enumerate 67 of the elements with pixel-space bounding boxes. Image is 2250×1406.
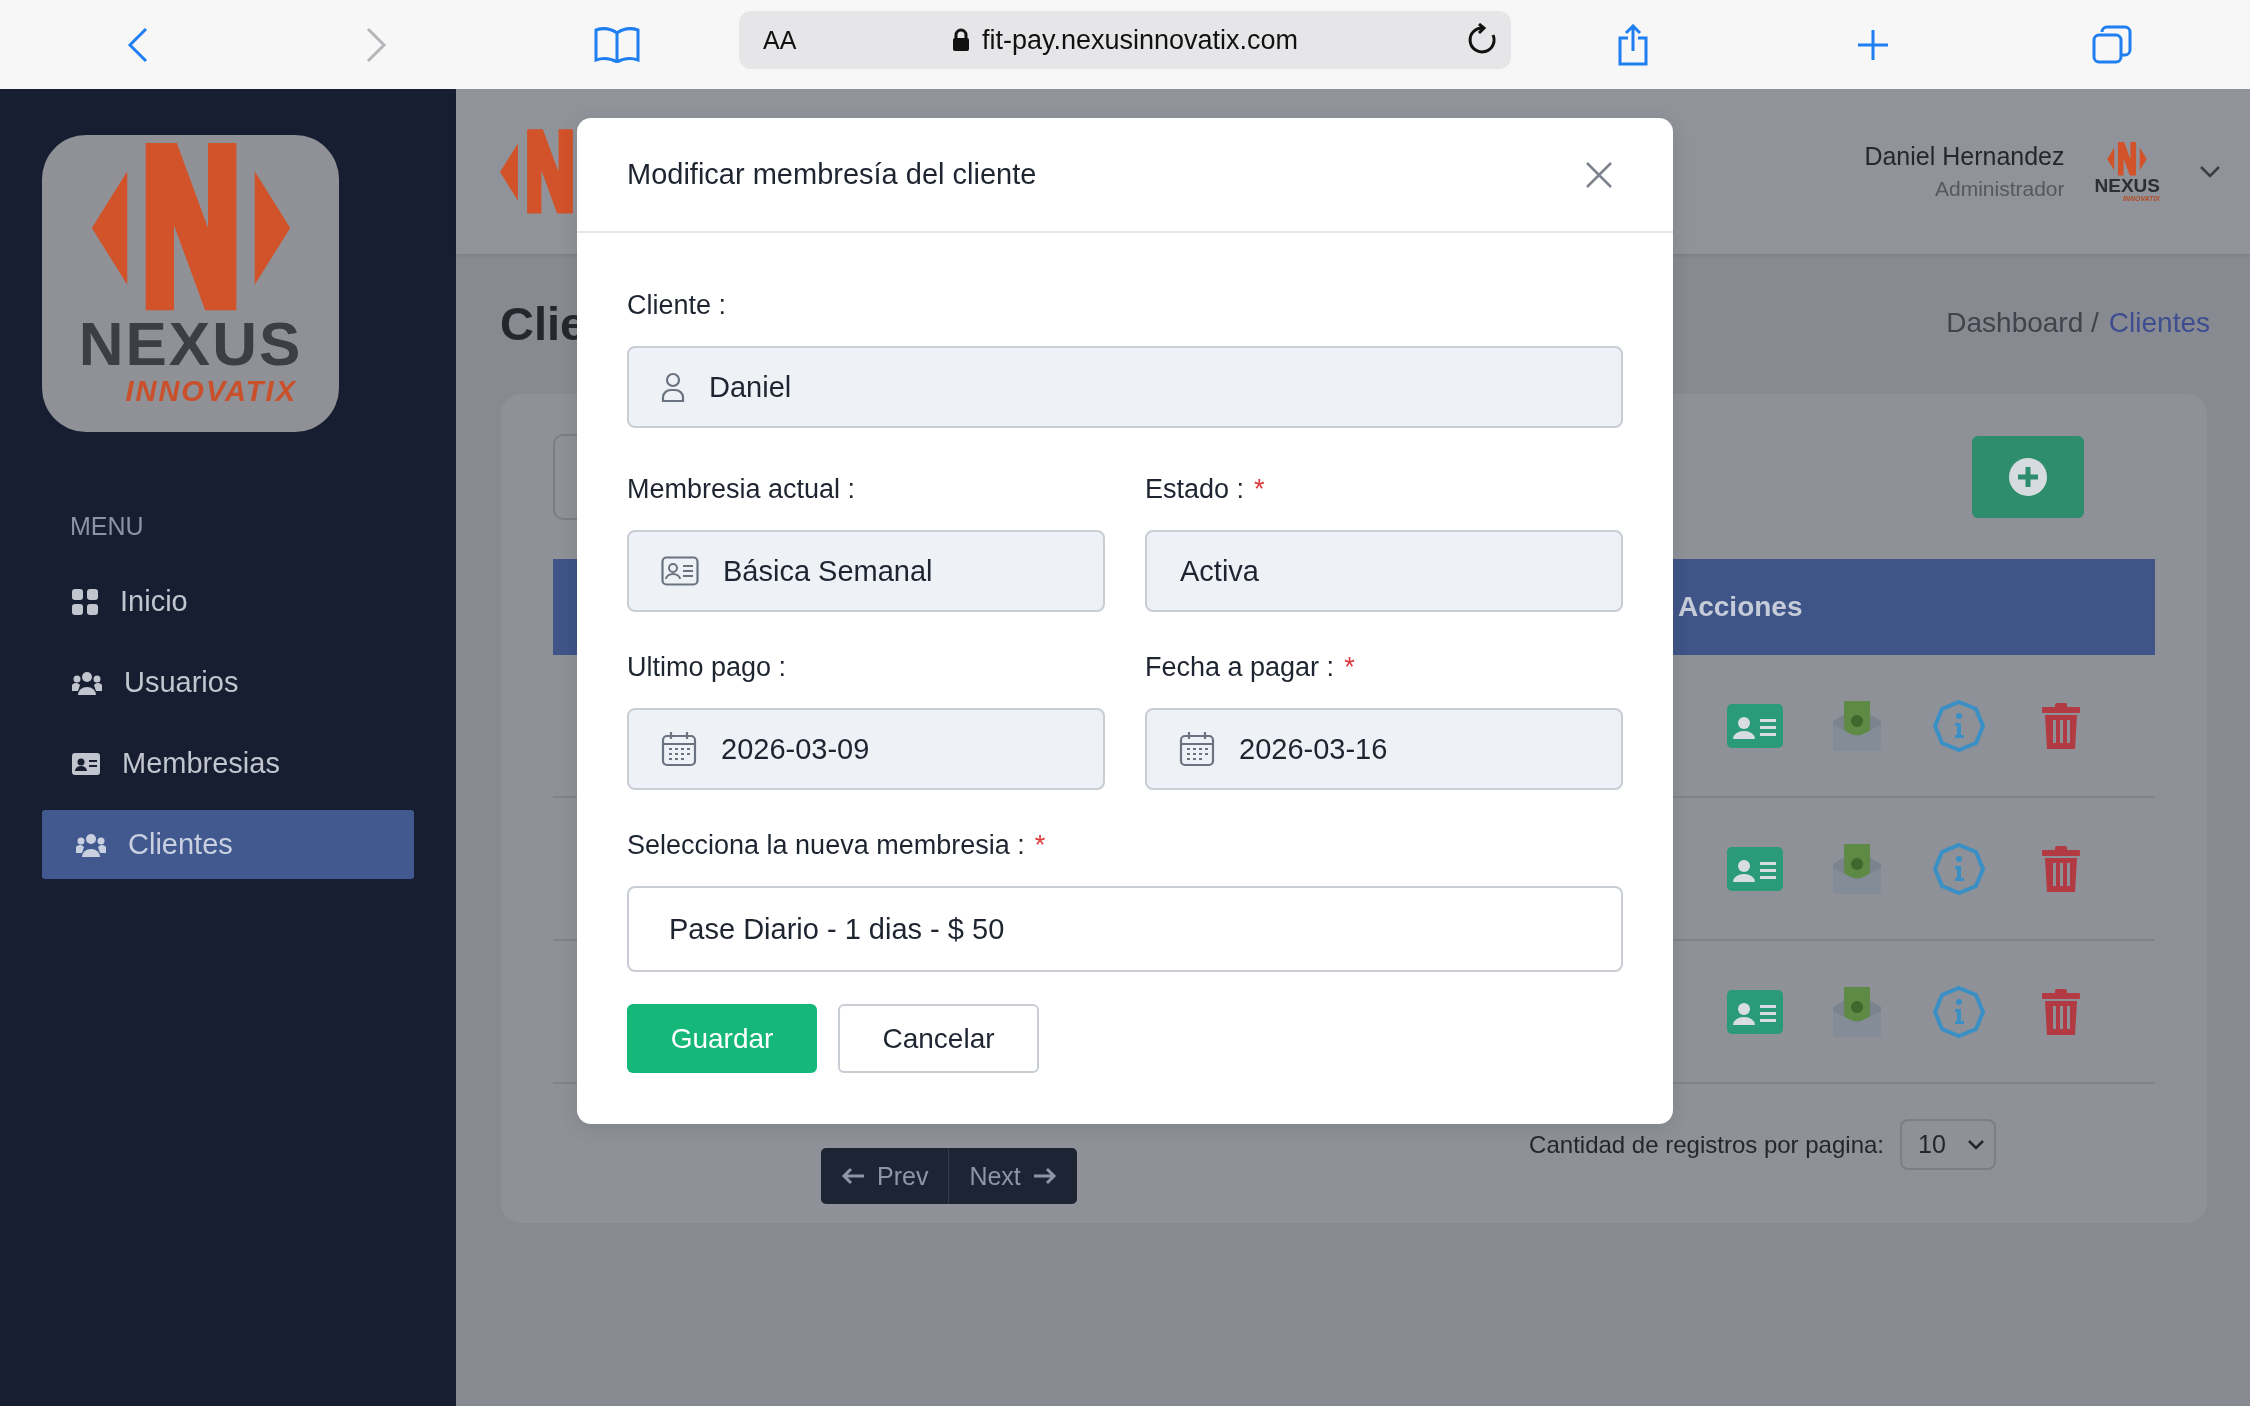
field-label: Fecha a pagar : bbox=[1145, 652, 1335, 683]
plus-circle-icon bbox=[2009, 457, 2047, 496]
field-label: Cliente : bbox=[627, 290, 727, 321]
text-size-button[interactable]: AA bbox=[763, 25, 797, 55]
book-icon[interactable] bbox=[594, 26, 640, 63]
input-field[interactable]: Daniel bbox=[627, 346, 1623, 428]
trash-icon[interactable] bbox=[2042, 702, 2080, 749]
page-size-select[interactable]: 10 bbox=[1900, 1119, 1996, 1170]
chevron-down-icon[interactable] bbox=[2200, 165, 2220, 178]
close-icon bbox=[1585, 160, 1613, 189]
next-button[interactable]: Next bbox=[948, 1148, 1077, 1204]
id-card-icon[interactable] bbox=[1727, 846, 1783, 891]
field-label: Selecciona la nueva membresia : bbox=[627, 830, 1025, 861]
user-name: Daniel Hernandez bbox=[1864, 142, 2065, 171]
back-icon[interactable] bbox=[127, 26, 149, 63]
arrow-left-icon bbox=[841, 1167, 865, 1185]
field-label: Estado : bbox=[1145, 474, 1245, 505]
id-card-icon[interactable] bbox=[1727, 703, 1783, 748]
input-field[interactable]: 2026-03-09 bbox=[627, 708, 1105, 790]
cancel-button[interactable]: Cancelar bbox=[838, 1004, 1039, 1073]
users-icon bbox=[76, 832, 106, 857]
search-field[interactable] bbox=[553, 433, 578, 520]
logo-mark bbox=[2107, 141, 2148, 176]
logo-tagline: INNOVATIX bbox=[125, 375, 297, 408]
input-field[interactable]: Activa bbox=[1145, 530, 1623, 612]
new-tab-icon[interactable] bbox=[1857, 28, 1889, 61]
users-icon bbox=[72, 670, 102, 695]
sidebar-item[interactable]: Usuarios bbox=[42, 648, 414, 717]
money-envelope-icon[interactable] bbox=[1833, 700, 1881, 751]
chevron-down-icon bbox=[1968, 1139, 1984, 1150]
close-button[interactable] bbox=[1585, 160, 1613, 189]
id-card-icon bbox=[72, 752, 100, 775]
prev-button[interactable]: Prev bbox=[821, 1148, 949, 1204]
required-mark: * bbox=[1034, 830, 1046, 861]
user-role: Administrador bbox=[1934, 177, 2065, 201]
trash-icon[interactable] bbox=[2042, 988, 2080, 1035]
add-button[interactable] bbox=[1972, 435, 2084, 518]
required-mark: * bbox=[1254, 474, 1265, 505]
required-mark: * bbox=[1344, 652, 1355, 683]
field-label: Ultimo pago : bbox=[627, 652, 787, 683]
lock-icon bbox=[951, 28, 970, 52]
money-envelope-icon[interactable] bbox=[1833, 986, 1881, 1037]
share-icon[interactable] bbox=[1617, 23, 1649, 66]
arrow-right-icon bbox=[1032, 1167, 1057, 1185]
sidebar-item[interactable]: Clientes bbox=[42, 810, 414, 879]
input-field[interactable]: Básica Semanal bbox=[627, 530, 1105, 612]
sidebar-item[interactable]: Inicio bbox=[42, 567, 414, 636]
field-label: Membresia actual : bbox=[627, 474, 856, 505]
page-size-label: Cantidad de registros por pagina: bbox=[1529, 1130, 1884, 1159]
input-field[interactable]: 2026-03-16 bbox=[1145, 708, 1623, 790]
tabs-icon[interactable] bbox=[2092, 24, 2132, 65]
forward-icon[interactable] bbox=[365, 26, 387, 63]
modal-title: Modificar membresía del cliente bbox=[627, 158, 1037, 191]
person-icon bbox=[661, 372, 685, 402]
membership-select[interactable]: Pase Diario - 1 dias - $ 50 bbox=[627, 886, 1623, 972]
menu-heading: MENU bbox=[70, 512, 145, 541]
calendar-icon bbox=[1179, 731, 1215, 767]
id-card-icon bbox=[661, 556, 699, 586]
trash-icon[interactable] bbox=[2042, 845, 2080, 892]
id-card-icon[interactable] bbox=[1727, 989, 1783, 1034]
column-header: Acciones bbox=[1678, 591, 1803, 623]
url-text[interactable]: fit-pay.nexusinnovatix.com bbox=[981, 24, 1299, 56]
calendar-icon bbox=[661, 731, 697, 767]
logo-wordmark: NEXUS bbox=[78, 313, 303, 375]
grid-icon bbox=[72, 588, 98, 615]
money-envelope-icon[interactable] bbox=[1833, 843, 1881, 894]
sidebar-item[interactable]: Membresias bbox=[42, 729, 414, 798]
